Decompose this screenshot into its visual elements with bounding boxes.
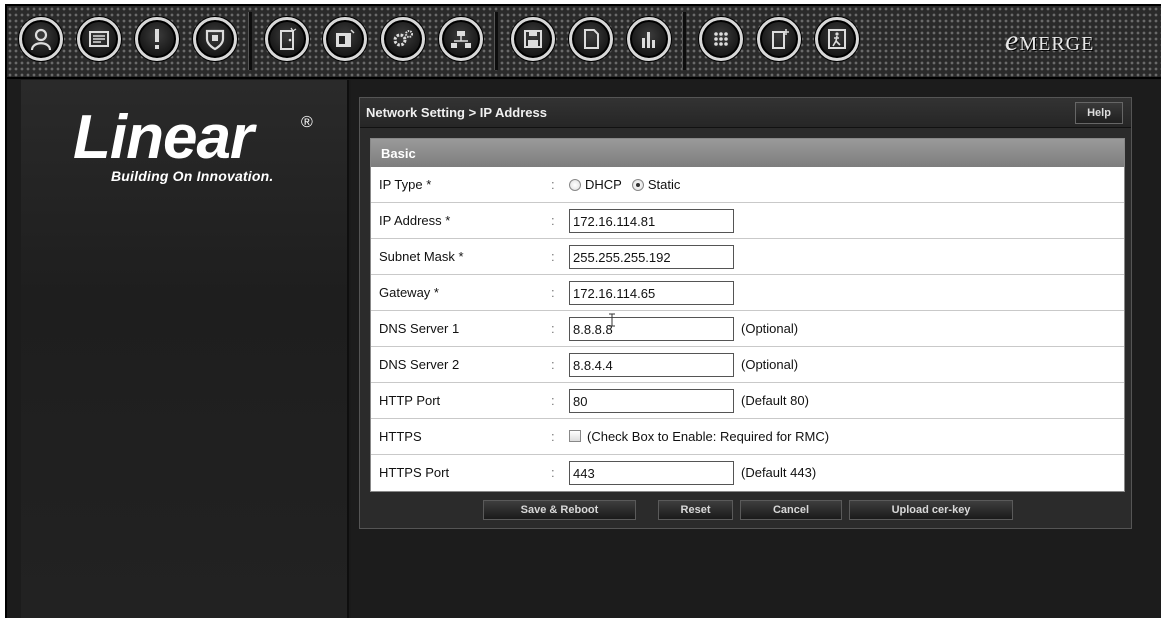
static-label: Static — [647, 177, 681, 192]
document-icon[interactable] — [569, 17, 613, 61]
dhcp-radio[interactable] — [569, 178, 581, 191]
form-row-ip-address: IP Address * : 172.16.114.81 — [371, 203, 1124, 239]
dns-server-1-label: DNS Server 1 — [379, 321, 460, 336]
save-icon[interactable] — [511, 17, 555, 61]
panel-header: Network Setting > IP Address Help — [360, 98, 1131, 128]
camera-door-icon[interactable] — [323, 17, 367, 61]
main-content: Network Setting > IP Address Help Basic … — [351, 80, 1161, 618]
logo-tagline: Building On Innovation. — [111, 168, 274, 184]
ip-address-input[interactable]: 172.16.114.81 — [569, 209, 734, 233]
https-port-label: HTTPS Port — [379, 465, 450, 480]
logo-word: Linear — [73, 103, 254, 172]
form-row-ip-type: IP Type * : DHCP Static — [371, 167, 1124, 203]
dhcp-label: DHCP — [585, 177, 622, 192]
page-title: Network Setting > IP Address — [366, 105, 547, 120]
dns-server-2-input[interactable]: 8.8.4.4 — [569, 353, 734, 377]
https-port-input[interactable]: 443 — [569, 461, 734, 485]
door-icon[interactable] — [265, 17, 309, 61]
ip-settings-form: Basic IP Type * : DHCP Static IP Address… — [370, 138, 1125, 492]
form-row-gateway: Gateway * : 172.16.114.65 — [371, 275, 1124, 311]
card-icon[interactable] — [77, 17, 121, 61]
brand-rest: MERGE — [1019, 33, 1095, 55]
linear-logo: Linear ® Building On Innovation. — [73, 103, 313, 185]
form-row-dns-2: DNS Server 2 : 8.8.4.4 (Optional) — [371, 347, 1124, 383]
app-window: eMERGE Linear ® Building On Innovation. … — [5, 4, 1161, 618]
https-label: HTTPS — [379, 429, 422, 444]
https-port-note: (Default 443) — [741, 465, 817, 480]
exit-icon[interactable] — [815, 17, 859, 61]
gateway-label: Gateway * — [379, 285, 439, 300]
toolbar-divider — [248, 12, 252, 70]
reports-icon[interactable] — [627, 17, 671, 61]
logo-registered-mark: ® — [301, 114, 313, 131]
subnet-mask-label: Subnet Mask * — [379, 249, 464, 264]
section-header: Basic — [371, 139, 1124, 167]
https-checkbox[interactable] — [569, 430, 581, 442]
button-bar: Save & Reboot Reset Cancel Upload cer-ke… — [360, 500, 1133, 526]
brand-e: e — [1005, 24, 1020, 57]
colon: : — [551, 177, 555, 192]
network-icon[interactable] — [439, 17, 483, 61]
static-radio[interactable] — [631, 178, 644, 191]
colon: : — [551, 465, 555, 480]
ip-type-radio-group: DHCP Static — [569, 177, 680, 192]
form-row-https: HTTPS : (Check Box to Enable: Required f… — [371, 419, 1124, 455]
dns-server-1-input[interactable]: 8.8.8.8 — [569, 317, 734, 341]
form-row-subnet-mask: Subnet Mask * : 255.255.255.192 — [371, 239, 1124, 275]
form-row-https-port: HTTPS Port : 443 (Default 443) — [371, 455, 1124, 491]
users-icon[interactable] — [19, 17, 63, 61]
subnet-mask-input[interactable]: 255.255.255.192 — [569, 245, 734, 269]
dns-server-1-note: (Optional) — [741, 321, 799, 336]
colon: : — [551, 249, 555, 264]
cancel-button[interactable]: Cancel — [740, 500, 842, 520]
http-port-note: (Default 80) — [741, 393, 809, 408]
http-port-label: HTTP Port — [379, 393, 441, 408]
colon: : — [551, 285, 555, 300]
form-row-http-port: HTTP Port : 80 (Default 80) — [371, 383, 1124, 419]
sidebar: Linear ® Building On Innovation. — [7, 80, 349, 618]
ip-type-label: IP Type * — [379, 177, 432, 192]
text-cursor-icon — [609, 313, 615, 327]
add-door-icon[interactable] — [757, 17, 801, 61]
form-row-dns-1: DNS Server 1 : 8.8.8.8 (Optional) — [371, 311, 1124, 347]
shield-icon[interactable] — [193, 17, 237, 61]
toolbar-divider — [494, 12, 498, 70]
dns-server-2-note: (Optional) — [741, 357, 799, 372]
colon: : — [551, 429, 555, 444]
colon: : — [551, 321, 555, 336]
top-toolbar: eMERGE — [7, 6, 1161, 79]
ip-address-label: IP Address * — [379, 213, 451, 228]
keypad-icon[interactable] — [699, 17, 743, 61]
emerge-logo: eMERGE — [1005, 24, 1094, 58]
reset-button[interactable]: Reset — [658, 500, 733, 520]
colon: : — [551, 357, 555, 372]
colon: : — [551, 213, 555, 228]
toolbar-divider — [682, 12, 686, 70]
colon: : — [551, 393, 555, 408]
help-button[interactable]: Help — [1075, 101, 1123, 124]
https-checkbox-label: (Check Box to Enable: Required for RMC) — [587, 429, 830, 444]
upload-cer-key-button[interactable]: Upload cer-key — [849, 500, 1013, 520]
save-reboot-button[interactable]: Save & Reboot — [483, 500, 636, 520]
settings-icon[interactable] — [381, 17, 425, 61]
gateway-input[interactable]: 172.16.114.65 — [569, 281, 734, 305]
http-port-input[interactable]: 80 — [569, 389, 734, 413]
dns-server-2-label: DNS Server 2 — [379, 357, 460, 372]
alert-icon[interactable] — [135, 17, 179, 61]
settings-panel: Network Setting > IP Address Help Basic … — [359, 97, 1132, 529]
